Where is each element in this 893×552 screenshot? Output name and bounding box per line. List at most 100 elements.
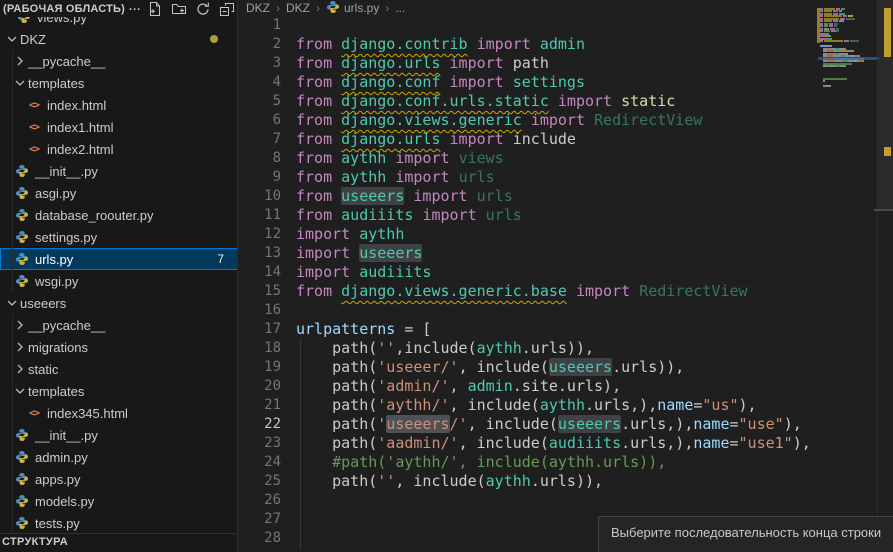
line-number-28[interactable]: 28 (239, 529, 281, 548)
code-line-15[interactable]: from django.views.generic.base import Re… (296, 282, 748, 301)
line-number-23[interactable]: 23 (239, 434, 281, 453)
tree-item-__pycache__[interactable]: __pycache__ (0, 314, 238, 336)
code-line-2[interactable]: from django.contrib import admin (296, 35, 585, 54)
code-line-4[interactable]: from django.conf import settings (296, 73, 585, 92)
vscode-window: views.pyDKZ__pycache__templates<>index.h… (0, 0, 893, 552)
tree-item-DKZ[interactable]: DKZ (0, 28, 238, 50)
file-label: __init__.py (35, 428, 98, 443)
breadcrumb-item-DKZ[interactable]: DKZ (246, 1, 270, 15)
line-number-14[interactable]: 14 (239, 263, 281, 282)
chevron-down-icon[interactable] (12, 383, 28, 399)
code-line-23[interactable]: path('aadmin/', include(audiiits.urls,),… (296, 434, 811, 453)
tree-item-models.py[interactable]: models.py (0, 490, 238, 512)
line-number-19[interactable]: 19 (239, 358, 281, 377)
line-number-26[interactable]: 26 (239, 491, 281, 510)
code-line-17[interactable]: urlpatterns = [ (296, 320, 431, 339)
line-number-25[interactable]: 25 (239, 472, 281, 491)
line-number-12[interactable]: 12 (239, 225, 281, 244)
file-label: static (28, 362, 58, 377)
tree-item-tests.py[interactable]: tests.py (0, 512, 238, 534)
tree-item-templates[interactable]: templates (0, 72, 238, 94)
code-line-6[interactable]: from django.views.generic import Redirec… (296, 111, 702, 130)
line-number-1[interactable]: 1 (239, 16, 281, 35)
code-editor[interactable]: DKZ›DKZ›urls.py›... 12345678910111213141… (239, 0, 893, 552)
code-line-11[interactable]: from audiiits import urls (296, 206, 522, 225)
code-line-20[interactable]: path('admin/', admin.site.urls), (296, 377, 621, 396)
line-number-27[interactable]: 27 (239, 510, 281, 529)
outline-section-header[interactable]: СТРУКТУРА (0, 533, 237, 552)
tree-item-useeers[interactable]: useeers (0, 292, 238, 314)
line-number-22[interactable]: 22 (239, 415, 281, 434)
tree-item-settings.py[interactable]: settings.py (0, 226, 238, 248)
code-line-8[interactable]: from aythh import views (296, 149, 504, 168)
code-line-9[interactable]: from aythh import urls (296, 168, 495, 187)
chevron-right-icon[interactable] (12, 53, 28, 69)
line-number-5[interactable]: 5 (239, 92, 281, 111)
collapse-all-icon[interactable] (216, 1, 237, 17)
new-file-icon[interactable] (144, 1, 165, 17)
code-line-3[interactable]: from django.urls import path (296, 54, 549, 73)
tree-item-database_roouter.py[interactable]: database_roouter.py (0, 204, 238, 226)
code-line-18[interactable]: path('',include(aythh.urls)), (296, 339, 594, 358)
tree-item-wsgi.py[interactable]: wsgi.py (0, 270, 238, 292)
file-label: DKZ (20, 32, 46, 47)
tree-item-templates[interactable]: templates (0, 380, 238, 402)
line-number-13[interactable]: 13 (239, 244, 281, 263)
line-number-17[interactable]: 17 (239, 320, 281, 339)
chevron-right-icon[interactable] (12, 339, 28, 355)
code-line-22[interactable]: path('useeers/', include(useeers.urls,),… (296, 415, 802, 434)
line-number-16[interactable]: 16 (239, 301, 281, 320)
line-number-15[interactable]: 15 (239, 282, 281, 301)
code-line-12[interactable]: import aythh (296, 225, 404, 244)
tree-item-index.html[interactable]: <>index.html (0, 94, 238, 116)
tree-item-static[interactable]: static (0, 358, 238, 380)
chevron-down-icon[interactable] (4, 295, 20, 311)
minimap[interactable] (820, 5, 877, 115)
tree-item-__init__.py[interactable]: __init__.py (0, 160, 238, 182)
code-line-7[interactable]: from django.urls import include (296, 130, 576, 149)
tree-item-migrations[interactable]: migrations (0, 336, 238, 358)
line-number-9[interactable]: 9 (239, 168, 281, 187)
line-number-11[interactable]: 11 (239, 206, 281, 225)
scrollbar-thumb[interactable] (878, 0, 893, 210)
breadcrumb-item-DKZ[interactable]: DKZ (286, 1, 310, 15)
tree-item-urls.py[interactable]: urls.py7 (0, 248, 238, 270)
tree-item-index1.html[interactable]: <>index1.html (0, 116, 238, 138)
tree-item-apps.py[interactable]: apps.py (0, 468, 238, 490)
line-number-8[interactable]: 8 (239, 149, 281, 168)
line-number-7[interactable]: 7 (239, 130, 281, 149)
code-line-5[interactable]: from django.conf.urls.static import stat… (296, 92, 675, 111)
tree-item-__init__.py[interactable]: __init__.py (0, 424, 238, 446)
line-number-18[interactable]: 18 (239, 339, 281, 358)
refresh-icon[interactable] (192, 1, 213, 17)
code-line-13[interactable]: import useeers (296, 244, 422, 263)
code-line-14[interactable]: import audiiits (296, 263, 431, 282)
breadcrumb-separator: › (316, 1, 320, 15)
chevron-down-icon[interactable] (4, 31, 20, 47)
code-line-10[interactable]: from useeers import urls (296, 187, 513, 206)
tree-item-asgi.py[interactable]: asgi.py (0, 182, 238, 204)
line-number-21[interactable]: 21 (239, 396, 281, 415)
line-number-6[interactable]: 6 (239, 111, 281, 130)
line-number-4[interactable]: 4 (239, 73, 281, 92)
line-number-20[interactable]: 20 (239, 377, 281, 396)
line-number-10[interactable]: 10 (239, 187, 281, 206)
code-line-19[interactable]: path('useeer/', include(useeers.urls)), (296, 358, 684, 377)
chevron-right-icon[interactable] (12, 317, 28, 333)
tree-item-index2.html[interactable]: <>index2.html (0, 138, 238, 160)
code-line-25[interactable]: path('', include(aythh.urls)), (296, 472, 603, 491)
more-actions-icon[interactable]: ... (129, 1, 141, 13)
tree-item-__pycache__[interactable]: __pycache__ (0, 50, 238, 72)
line-number-2[interactable]: 2 (239, 35, 281, 54)
code-line-24[interactable]: #path('aythh/', include(aythh.urls)), (296, 453, 666, 472)
chevron-right-icon[interactable] (12, 361, 28, 377)
tree-item-index345.html[interactable]: <>index345.html (0, 402, 238, 424)
chevron-down-icon[interactable] (12, 75, 28, 91)
breadcrumb-item-...[interactable]: ... (395, 1, 405, 15)
line-number-24[interactable]: 24 (239, 453, 281, 472)
code-line-21[interactable]: path('aythh/', include(aythh.urls,),name… (296, 396, 757, 415)
breadcrumb-item-urls.py[interactable]: urls.py (326, 0, 379, 17)
tree-item-admin.py[interactable]: admin.py (0, 446, 238, 468)
line-number-3[interactable]: 3 (239, 54, 281, 73)
new-folder-icon[interactable] (168, 1, 189, 17)
